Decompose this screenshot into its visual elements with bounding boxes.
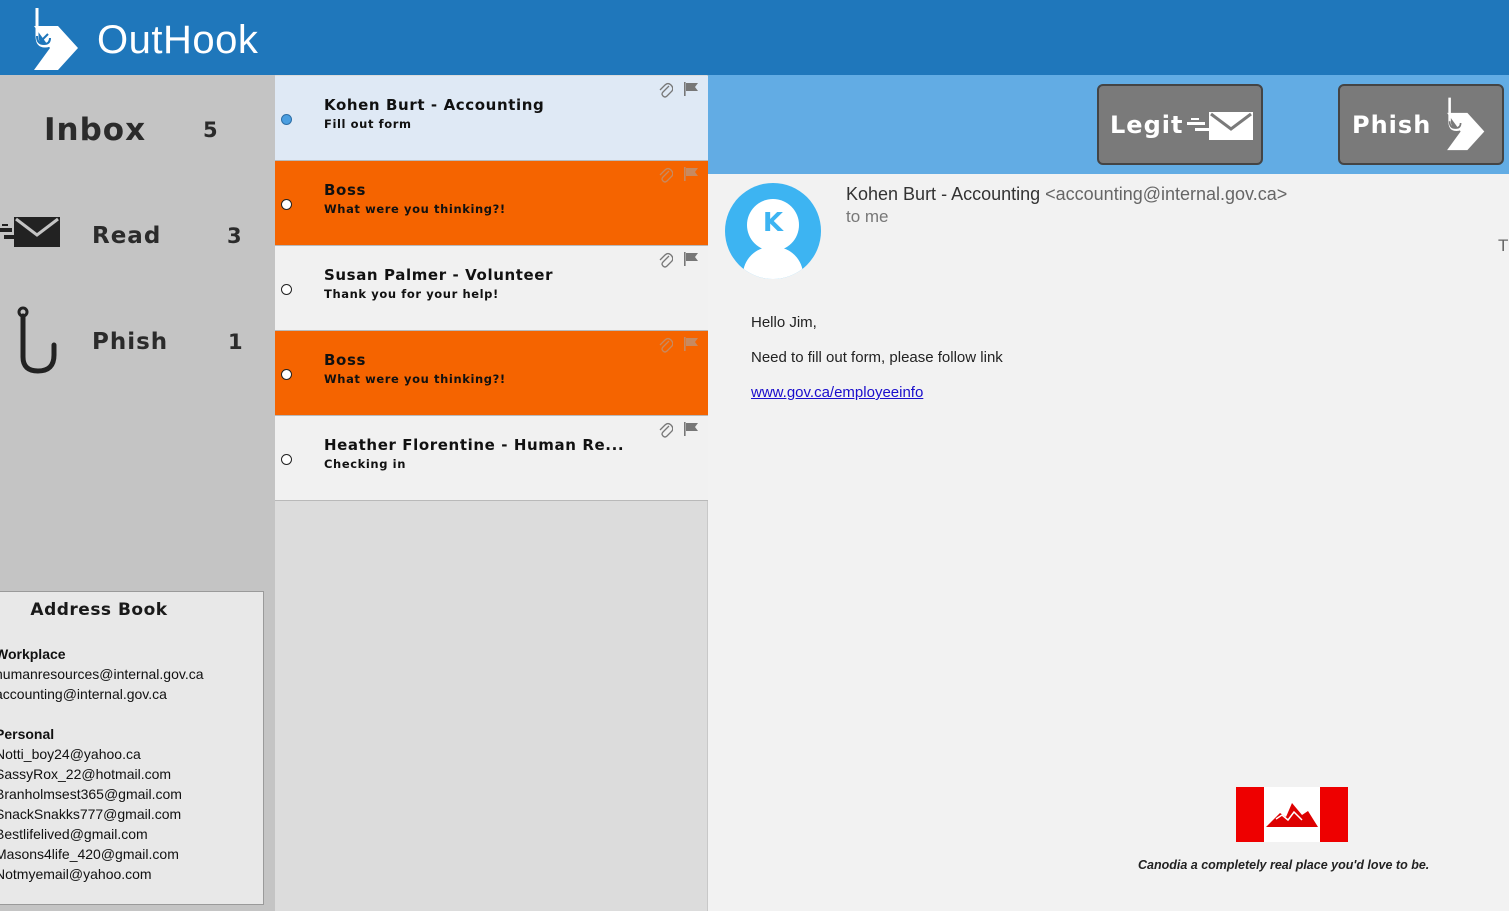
paperclip-icon[interactable] [659,167,673,183]
unread-radio-icon[interactable] [281,369,292,380]
message-item[interactable]: Boss What were you thinking?! [275,331,708,416]
email-from: Kohen Burt - Accounting <accounting@inte… [846,184,1287,205]
legit-button[interactable]: Legit [1097,84,1263,165]
envelope-icon [0,217,60,247]
folder-phish-count: 1 [228,330,243,354]
message-subject: Thank you for your help! [324,287,499,301]
message-item[interactable]: Heather Florentine - Human Re... Checkin… [275,416,708,501]
email-greeting: Hello Jim, [751,314,817,331]
address-entry[interactable]: accounting@internal.gov.ca [0,684,204,704]
message-subject: Fill out form [324,117,412,131]
address-entry[interactable]: SassyRox_22@hotmail.com [0,764,204,784]
avatar-body [743,247,803,279]
sidebar: Inbox 5 Read 3 Phish 1 Address Book Work… [0,75,275,911]
message-sender: Boss [324,181,366,199]
address-group-name: Personal [0,726,55,742]
flag-icon[interactable] [683,337,699,351]
address-entry[interactable]: Masons4life_420@gmail.com [0,844,204,864]
email-from-name: Kohen Burt - Accounting [846,184,1041,204]
avatar-letter: K [762,208,784,238]
unread-radio-icon[interactable] [281,199,292,210]
address-group-spacer [0,704,204,724]
address-book: Address Book Workplace humanresources@in… [0,591,264,905]
unread-radio-icon[interactable] [281,454,292,465]
footer-tagline: Canodia a completely real place you'd lo… [1138,858,1430,872]
app-header: OutHook [0,0,1509,75]
canodia-flag-logo [1236,787,1348,842]
address-entry[interactable]: Bestlifelived@gmail.com [0,824,204,844]
hook-mail-icon [1447,97,1485,151]
email-to: to me [846,207,889,226]
flag-icon[interactable] [683,422,699,436]
message-sender: Heather Florentine - Human Re... [324,436,625,454]
selected-radio-icon[interactable] [281,114,292,125]
address-entry[interactable]: Notmyemail@yahoo.com [0,864,204,884]
paperclip-icon[interactable] [659,82,673,98]
avatar-head: K [747,199,799,251]
folder-phish-label: Phish [92,329,169,355]
folder-inbox[interactable]: Inbox 5 [0,90,275,170]
email-body: Need to fill out form, please follow lin… [751,349,1003,366]
message-sender: Boss [324,351,366,369]
message-subject: What were you thinking?! [324,372,506,386]
email-link[interactable]: www.gov.ca/employeeinfo [751,384,923,401]
flag-icon[interactable] [683,252,699,266]
folder-inbox-label: Inbox [44,112,147,148]
envelope-icon [1187,112,1253,140]
address-entry[interactable]: humanresources@internal.gov.ca [0,664,204,684]
message-list: Kohen Burt - Accounting Fill out form Bo… [275,75,708,911]
folder-read-count: 3 [227,224,242,248]
paperclip-icon[interactable] [659,422,673,438]
truncated-text: T [1498,236,1509,255]
address-entry[interactable]: SnackSnakks777@gmail.com [0,804,204,824]
address-book-list: Workplace humanresources@internal.gov.ca… [0,644,204,884]
phish-button[interactable]: Phish [1338,84,1504,165]
message-subject: What were you thinking?! [324,202,506,216]
address-book-title: Address Book [30,600,168,620]
message-sender: Kohen Burt - Accounting [324,96,545,114]
message-subject: Checking in [324,457,406,471]
paperclip-icon[interactable] [659,252,673,268]
paperclip-icon[interactable] [659,337,673,353]
message-item[interactable]: Susan Palmer - Volunteer Thank you for y… [275,246,708,331]
folder-read-label: Read [92,223,162,249]
folder-read[interactable]: Read 3 [0,195,275,275]
fish-hook-icon [17,306,57,374]
folder-inbox-count: 5 [203,118,218,142]
avatar: K [725,183,821,279]
legit-button-label: Legit [1110,111,1184,139]
action-bar: Legit Phish [708,75,1509,174]
flag-icon[interactable] [683,167,699,181]
address-entry[interactable]: Branholmsest365@gmail.com [0,784,204,804]
flag-icon[interactable] [683,82,699,96]
folder-phish[interactable]: Phish 1 [0,301,275,381]
unread-radio-icon[interactable] [281,284,292,295]
message-item[interactable]: Boss What were you thinking?! [275,161,708,246]
address-group-name: Workplace [0,646,66,662]
email-from-address: <accounting@internal.gov.ca> [1045,184,1288,204]
address-entry[interactable]: Notti_boy24@yahoo.ca [0,744,204,764]
phish-button-label: Phish [1352,111,1432,139]
message-sender: Susan Palmer - Volunteer [324,266,554,284]
app-title: OutHook [97,18,259,62]
message-item[interactable]: Kohen Burt - Accounting Fill out form [275,76,708,161]
hook-mail-logo-icon [34,8,78,70]
reading-pane: Legit Phish K Kohen Burt - Accounting <a… [708,75,1509,911]
